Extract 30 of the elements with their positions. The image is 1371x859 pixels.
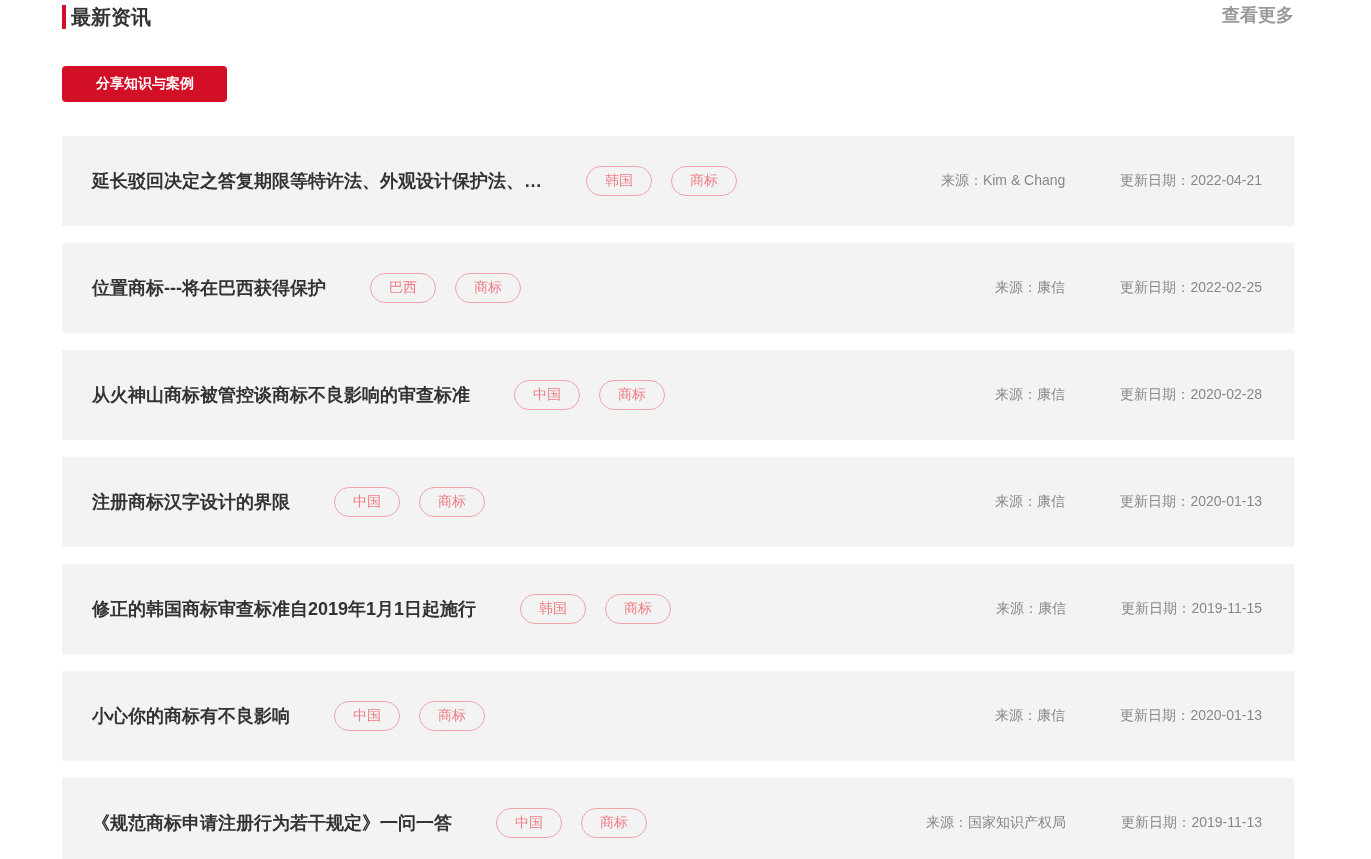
article-source: 来源：国家知识产权局 [926, 814, 1067, 832]
article-title[interactable]: 延长驳回决定之答复期限等特许法、外观设计保护法、… [92, 169, 542, 193]
article-date: 更新日期：2020-01-13 [1120, 707, 1262, 725]
article-title[interactable]: 修正的韩国商标审查标准自2019年1月1日起施行 [92, 597, 477, 621]
article-card[interactable]: 《规范商标申请注册行为若干规定》一问一答 中国 商标 来源：国家知识产权局 更新日期：2019-11-13 [62, 778, 1294, 859]
article-title[interactable]: 从火神山商标被管控谈商标不良影响的审查标准 [92, 383, 470, 407]
article-source: 来源：康信 [995, 386, 1066, 404]
article-card[interactable]: 小心你的商标有不良影响 中国 商标 来源：康信 更新日期：2020-01-13 [62, 671, 1294, 761]
article-source: 来源：康信 [995, 279, 1066, 297]
article-card[interactable]: 注册商标汉字设计的界限 中国 商标 来源：康信 更新日期：2020-01-13 [62, 457, 1294, 547]
article-card[interactable]: 位置商标---将在巴西获得保护 巴西 商标 来源：康信 更新日期：2022-02-25 [62, 243, 1294, 333]
section-title: 最新资讯 [62, 5, 151, 29]
article-date: 更新日期：2019-11-15 [1121, 600, 1262, 618]
article-date: 更新日期：2020-02-28 [1120, 386, 1262, 404]
article-source: 来源：康信 [995, 707, 1066, 725]
article-title[interactable]: 位置商标---将在巴西获得保护 [92, 276, 326, 300]
article-source: 来源：康信 [996, 600, 1067, 618]
article-card[interactable]: 从火神山商标被管控谈商标不良影响的审查标准 中国 商标 来源：康信 更新日期：2020-02-28 [62, 350, 1294, 440]
article-date: 更新日期：2022-04-21 [1120, 172, 1262, 190]
article-date: 更新日期：2020-01-13 [1120, 493, 1262, 511]
article-title[interactable]: 小心你的商标有不良影响 [92, 704, 290, 728]
article-title[interactable]: 《规范商标申请注册行为若干规定》一问一答 [92, 811, 452, 835]
share-button[interactable]: 分享知识与案例 [62, 66, 227, 102]
article-date: 更新日期：2022-02-25 [1120, 279, 1262, 297]
article-card[interactable]: 延长驳回决定之答复期限等特许法、外观设计保护法、… 韩国 商标 来源：Kim & Chang 更新日期：2022-04-21 [62, 136, 1294, 226]
article-title[interactable]: 注册商标汉字设计的界限 [92, 490, 290, 514]
article-source: 来源：Kim & Chang [940, 172, 1066, 190]
article-date: 更新日期：2019-11-13 [1121, 814, 1262, 832]
article-card[interactable]: 修正的韩国商标审查标准自2019年1月1日起施行 韩国 商标 来源：康信 更新日期：2019-11-15 [62, 564, 1294, 654]
article-source: 来源：康信 [995, 493, 1066, 511]
